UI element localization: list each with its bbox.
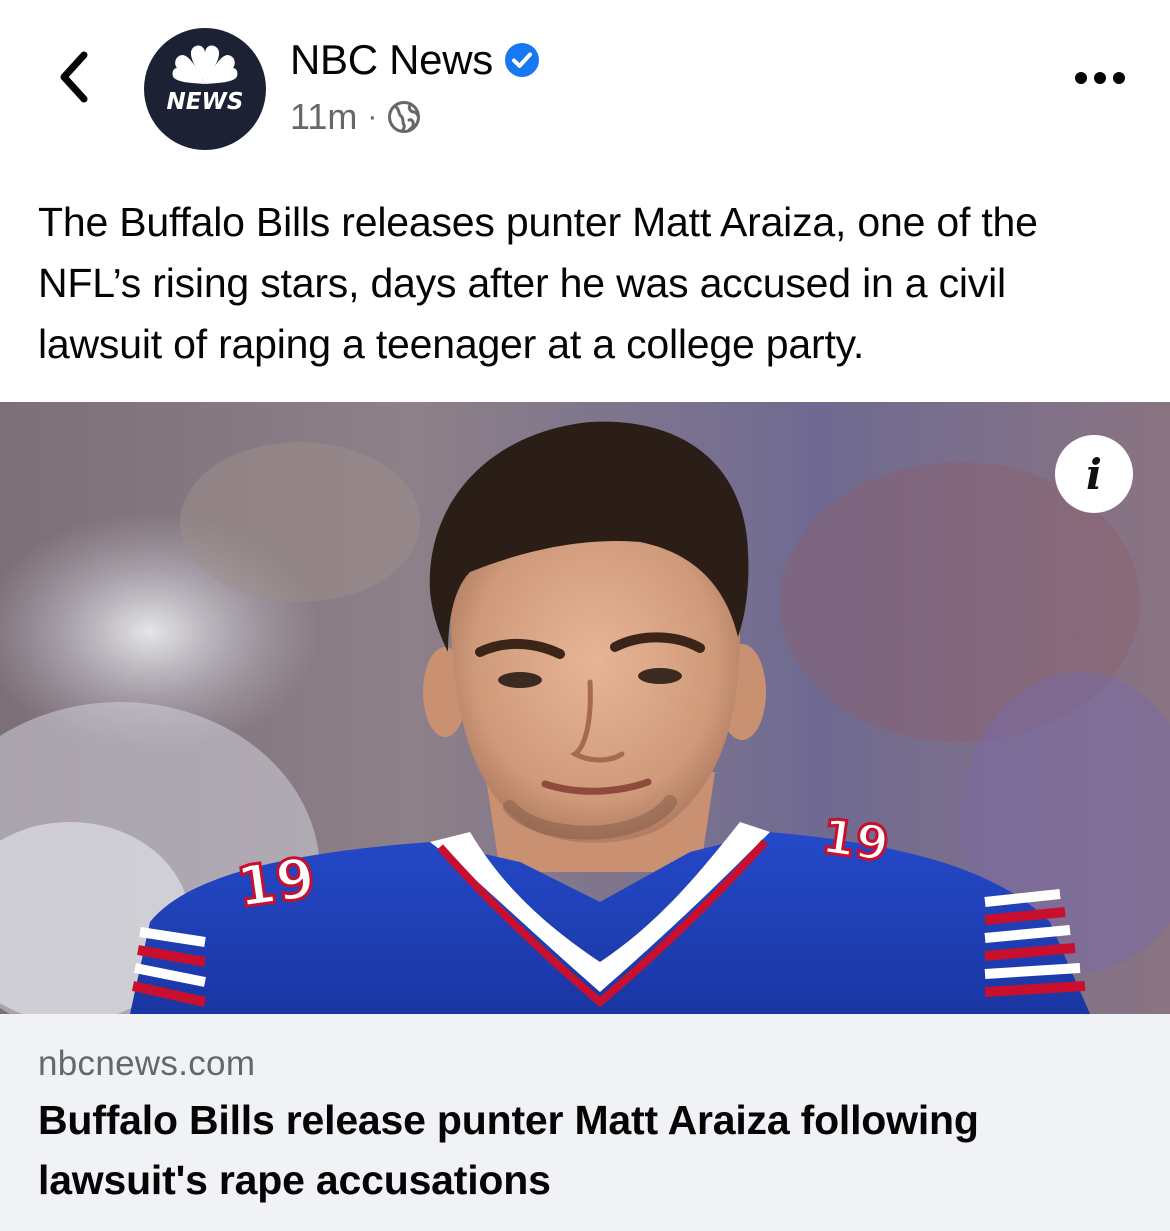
- post-meta: 11m ·: [290, 94, 421, 140]
- link-domain: nbcnews.com: [38, 1044, 256, 1083]
- more-dot: [1094, 72, 1106, 84]
- meta-separator: ·: [367, 100, 378, 133]
- shoulder-number-left: 19: [233, 846, 319, 921]
- page-name-row: NBC News: [290, 34, 541, 86]
- globe-icon: [388, 101, 421, 133]
- player-photo-illustration: 19 19: [0, 402, 1170, 1014]
- article-photo[interactable]: 19 19: [0, 402, 1170, 1014]
- link-headline[interactable]: Buffalo Bills release punter Matt Araiza…: [38, 1090, 1138, 1210]
- back-button[interactable]: [44, 44, 104, 110]
- more-dot: [1113, 72, 1125, 84]
- post-message: The Buffalo Bills releases punter Matt A…: [38, 199, 1038, 367]
- page-name[interactable]: NBC News: [290, 36, 493, 84]
- verified-badge-icon: [504, 43, 539, 77]
- avatar-news-label: NEWS: [166, 89, 244, 115]
- shoulder-number-right: 19: [818, 808, 892, 873]
- chevron-left-icon: [60, 51, 88, 103]
- more-options-button[interactable]: [1060, 58, 1140, 98]
- ad-info-button[interactable]: i: [1055, 435, 1133, 513]
- nbc-news-avatar[interactable]: NEWS: [144, 28, 266, 150]
- post-timestamp[interactable]: 11m: [290, 96, 357, 138]
- post-header: NEWS NBC News 11m ·: [0, 0, 1170, 170]
- more-dot: [1075, 72, 1087, 84]
